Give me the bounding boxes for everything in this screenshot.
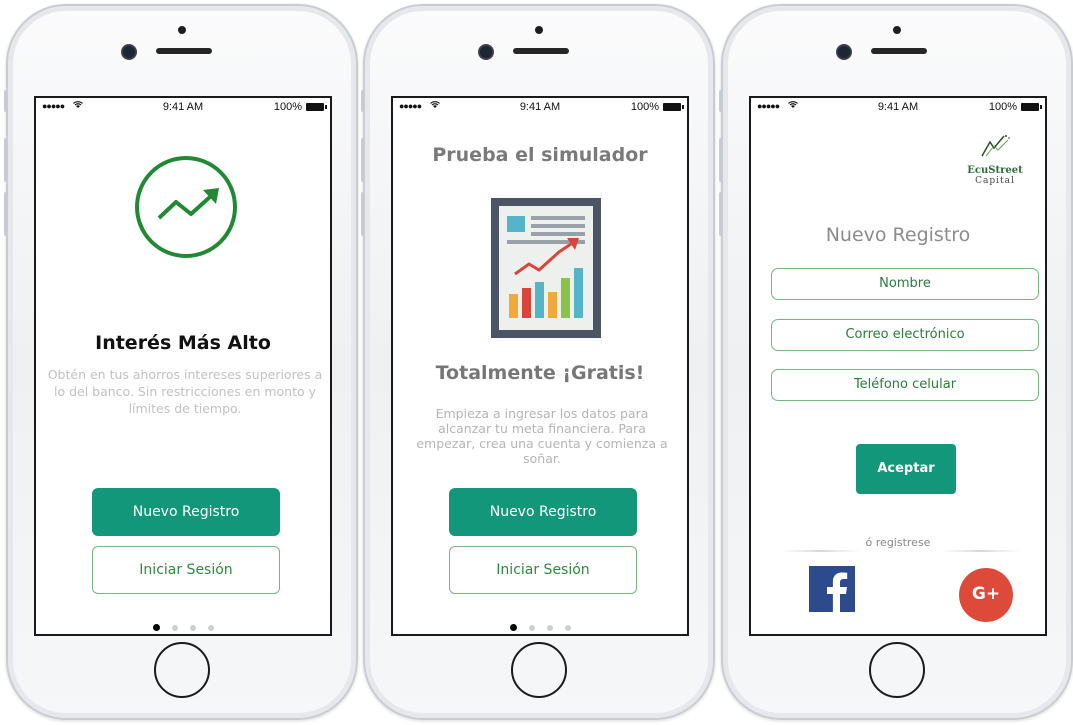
screen-onboarding-2: ●●●●● 9:41 AM 100% Prueba el simulador T… (391, 96, 689, 636)
volume-down-button (361, 192, 365, 236)
proximity-sensor (893, 26, 901, 34)
page-dot-active[interactable] (152, 624, 160, 631)
mute-switch (361, 90, 365, 112)
mute-switch (4, 90, 8, 112)
trending-up-icon (135, 156, 237, 258)
page-dot-active[interactable] (509, 624, 517, 631)
divider-left (781, 550, 861, 552)
page-dot[interactable] (171, 625, 178, 631)
login-button[interactable]: Iniciar Sesión (449, 546, 637, 594)
or-register-label: ó registrese (865, 536, 931, 549)
battery-icon (1021, 103, 1042, 111)
login-button[interactable]: Iniciar Sesión (92, 546, 280, 594)
page-heading: Prueba el simulador (432, 144, 648, 166)
page-title: Totalmente ¡Gratis! (435, 362, 645, 384)
page-dot[interactable] (564, 625, 571, 631)
screen-registration: ●●●●● 9:41 AM 100% EcuStreet Capital Nue… (749, 96, 1047, 636)
home-button[interactable] (154, 642, 210, 698)
page-dot[interactable] (189, 625, 196, 631)
logo-trend-icon (981, 135, 1010, 157)
phone-field[interactable]: Teléfono celular (771, 369, 1039, 401)
page-indicator (393, 618, 687, 634)
battery-percent: 100% (988, 101, 1017, 113)
proximity-sensor (178, 26, 186, 34)
google-plus-icon[interactable]: G+ (959, 568, 1013, 622)
brand-logo: EcuStreet Capital (953, 132, 1037, 192)
status-bar: ●●●●● 9:41 AM 100% (393, 98, 687, 118)
mute-switch (719, 90, 723, 112)
volume-down-button (4, 192, 8, 236)
phone-frame-3: ●●●●● 9:41 AM 100% EcuStreet Capital Nue… (719, 4, 1073, 720)
page-description: Empieza a ingresar los datos para alcanz… (416, 406, 668, 466)
earpiece-speaker (156, 48, 212, 54)
battery-icon (663, 103, 684, 111)
volume-up-button (361, 138, 365, 182)
logo-name: EcuStreet (967, 165, 1023, 176)
home-button[interactable] (511, 642, 567, 698)
earpiece-speaker (871, 48, 927, 54)
front-camera (838, 46, 850, 58)
report-chart-icon (491, 198, 601, 338)
phone-frame-2: ●●●●● 9:41 AM 100% Prueba el simulador T… (361, 4, 715, 720)
logo-subtitle: Capital (975, 176, 1015, 186)
earpiece-speaker (513, 48, 569, 54)
facebook-icon[interactable] (809, 566, 855, 612)
accept-button[interactable]: Aceptar (856, 444, 956, 494)
screen-onboarding-1: ●●●●● 9:41 AM 100% Interés Más Alto Obté… (34, 96, 332, 636)
home-button[interactable] (869, 642, 925, 698)
new-registration-button[interactable]: Nuevo Registro (449, 488, 637, 536)
page-dot[interactable] (528, 625, 535, 631)
email-field[interactable]: Correo electrónico (771, 319, 1039, 351)
page-indicator (36, 618, 330, 634)
status-bar: ●●●●● 9:41 AM 100% (751, 98, 1045, 118)
status-bar: ●●●●● 9:41 AM 100% (36, 98, 330, 118)
battery-percent: 100% (630, 101, 659, 113)
front-camera (123, 46, 135, 58)
front-camera (480, 46, 492, 58)
volume-down-button (719, 192, 723, 236)
volume-up-button (719, 138, 723, 182)
page-title: Interés Más Alto (95, 332, 271, 354)
battery-percent: 100% (273, 101, 302, 113)
battery-icon (306, 103, 327, 111)
phone-frame-1: ●●●●● 9:41 AM 100% Interés Más Alto Obté… (4, 4, 358, 720)
page-title: Nuevo Registro (825, 224, 971, 246)
volume-up-button (4, 138, 8, 182)
page-dot[interactable] (546, 625, 553, 631)
divider-right (941, 550, 1021, 552)
proximity-sensor (535, 26, 543, 34)
page-description: Obtén en tus ahorros intereses superiore… (47, 367, 323, 416)
page-dot[interactable] (207, 625, 214, 631)
name-field[interactable]: Nombre (771, 268, 1039, 300)
new-registration-button[interactable]: Nuevo Registro (92, 488, 280, 536)
